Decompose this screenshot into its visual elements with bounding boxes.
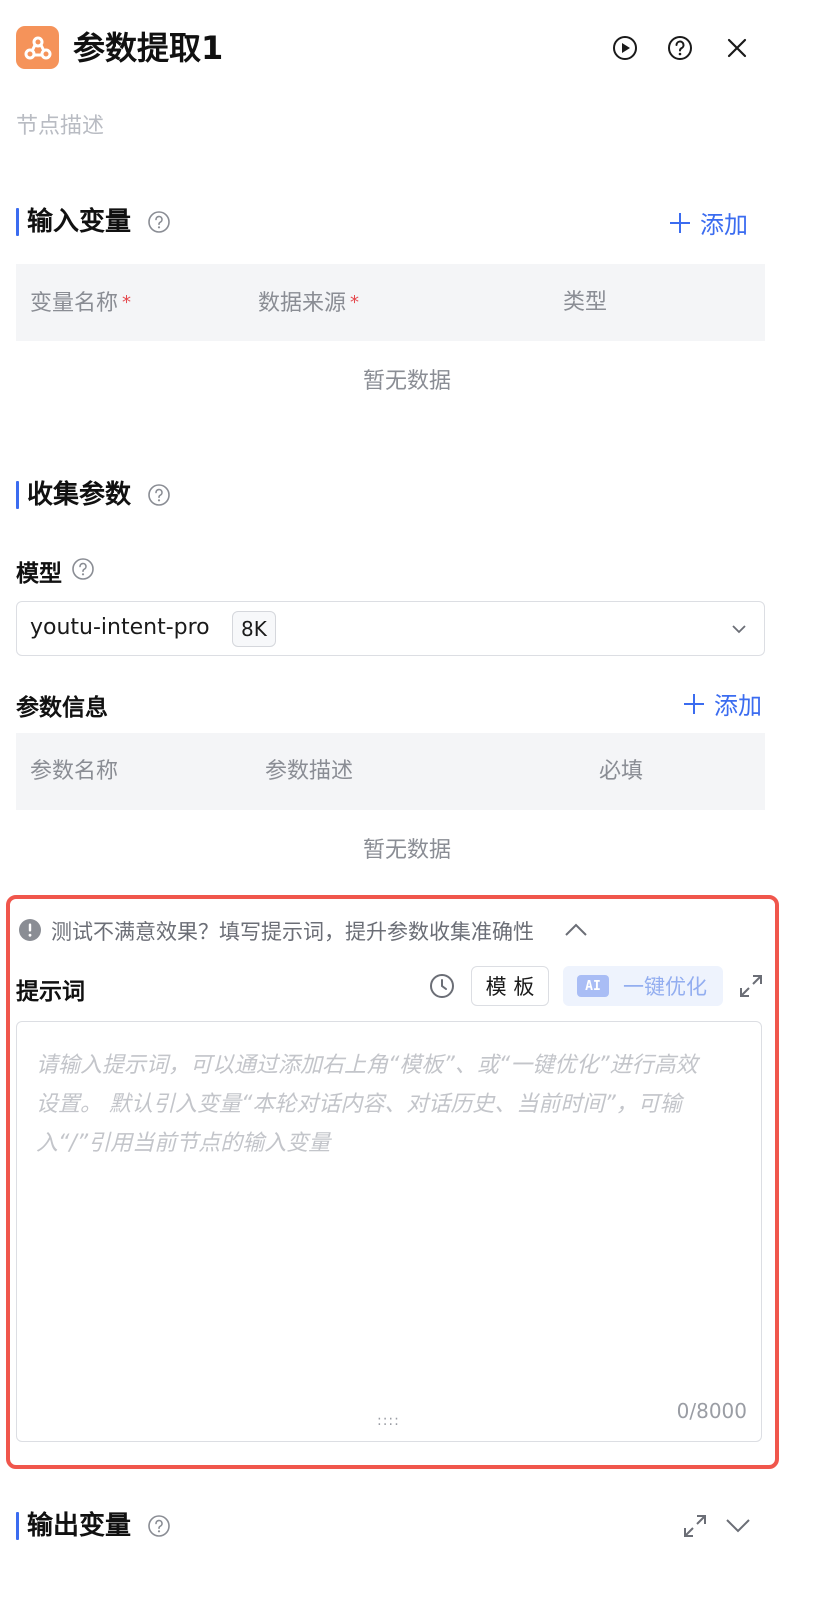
column-header: 参数描述 xyxy=(265,759,354,784)
question-circle-icon xyxy=(668,36,692,60)
close-button[interactable] xyxy=(721,32,753,64)
output-variables-title: 输出变量 xyxy=(27,1511,132,1541)
prompt-placeholder: 请输入提示词，可以通过添加右上角“模板”、或“一键优化”进行高效设置。 默认引入… xyxy=(36,1053,698,1156)
node-logo-icon xyxy=(16,26,59,69)
column-header: 必填 xyxy=(599,759,644,784)
char-counter: 0/8000 xyxy=(676,1399,747,1423)
add-input-variable-button[interactable]: 添加 xyxy=(668,205,748,240)
input-variables-title: 输入变量 xyxy=(27,207,132,237)
close-icon xyxy=(727,38,747,58)
add-label: 添加 xyxy=(714,692,762,720)
help-icon[interactable] xyxy=(147,210,171,234)
help-icon[interactable] xyxy=(147,483,171,507)
column-header: 参数名称 xyxy=(30,759,119,784)
context-length-badge: 8K xyxy=(232,611,276,647)
column-header: 类型 xyxy=(563,290,608,315)
help-icon[interactable] xyxy=(71,557,95,581)
ai-optimize-label: 一键优化 xyxy=(623,975,707,999)
collect-params-title: 收集参数 xyxy=(27,480,132,510)
chevron-down-icon xyxy=(732,625,746,634)
prompt-tip: 测试不满意效果？填写提示词，提升参数收集准确性 xyxy=(51,920,534,944)
prompt-label: 提示词 xyxy=(16,979,85,1005)
ai-badge: AI xyxy=(577,975,609,997)
add-param-button[interactable]: 添加 xyxy=(682,686,762,721)
history-icon[interactable] xyxy=(429,973,455,999)
empty-state: 暂无数据 xyxy=(362,838,451,863)
resize-grip-icon[interactable]: :::: xyxy=(377,1413,400,1429)
chevron-down-icon[interactable] xyxy=(724,1515,752,1535)
expand-icon[interactable] xyxy=(738,973,764,999)
table-header: 变量名称 * 数据来源 * 类型 xyxy=(16,264,765,341)
section-accent-bar xyxy=(16,1512,19,1540)
template-button[interactable]: 模 板 xyxy=(471,966,549,1006)
table-header: 参数名称 参数描述 必填 xyxy=(16,733,765,810)
param-info-label: 参数信息 xyxy=(16,695,108,721)
plus-icon xyxy=(684,693,704,714)
ai-optimize-button[interactable]: AI 一键优化 xyxy=(563,966,723,1006)
run-button[interactable] xyxy=(609,32,641,64)
model-label: 模型 xyxy=(16,561,62,587)
section-accent-bar xyxy=(16,208,19,236)
prompt-textarea[interactable]: 请输入提示词，可以通过添加右上角“模板”、或“一键优化”进行高效设置。 默认引入… xyxy=(16,1021,762,1442)
node-description-input[interactable]: 节点描述 xyxy=(16,108,104,140)
chevron-up-icon[interactable] xyxy=(563,920,589,940)
add-label: 添加 xyxy=(700,211,748,239)
play-circle-icon xyxy=(613,36,637,60)
node-title[interactable]: 参数提取1 xyxy=(73,26,223,70)
expand-icon[interactable] xyxy=(682,1513,708,1539)
help-button[interactable] xyxy=(664,32,696,64)
help-icon[interactable] xyxy=(147,1514,171,1538)
empty-state: 暂无数据 xyxy=(362,369,451,394)
info-icon xyxy=(19,919,41,941)
section-accent-bar xyxy=(16,481,19,509)
column-header: 变量名称 * xyxy=(30,291,132,316)
column-header: 数据来源 * xyxy=(258,291,360,316)
model-value: youtu-intent-pro xyxy=(30,615,210,640)
plus-icon xyxy=(670,212,690,233)
model-select[interactable]: youtu-intent-pro 8K xyxy=(16,601,765,656)
